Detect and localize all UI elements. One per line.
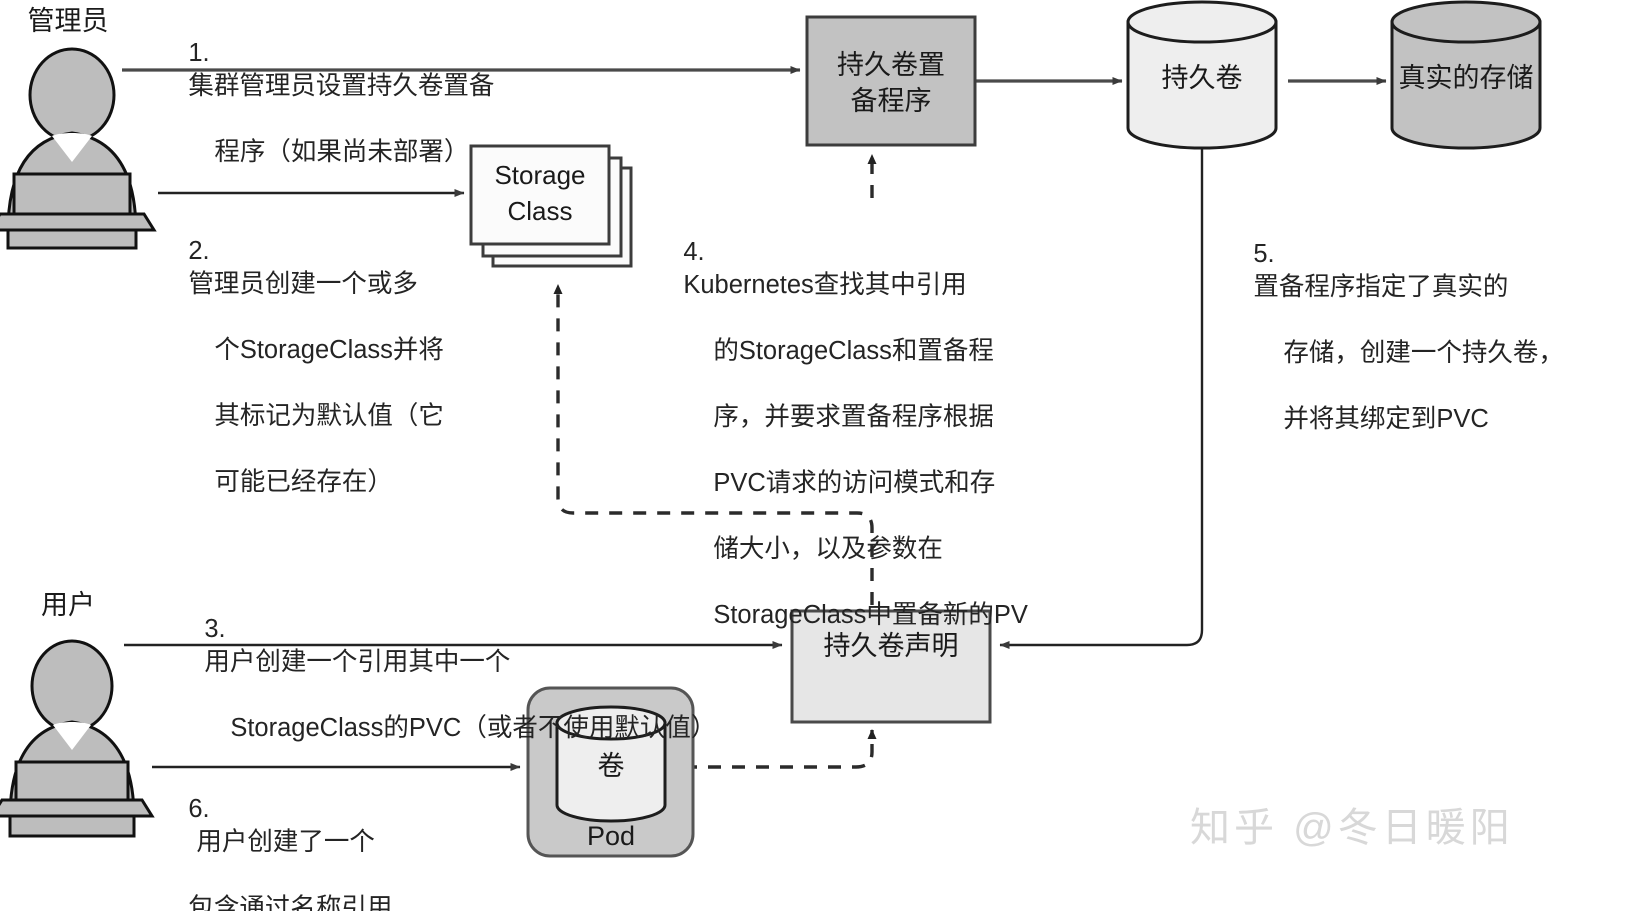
step-2-line-4: 可能已经存在） — [214, 468, 393, 496]
step-5-number: 5. — [1253, 240, 1275, 268]
watermark: 知乎 @冬日暖阳 — [1190, 806, 1514, 850]
node-persistent-volume-label: 持久卷 — [1162, 63, 1243, 93]
actor-admin-label: 管理员 — [28, 6, 109, 36]
step-5-line-2: 存储，创建一个持久卷， — [1283, 339, 1564, 367]
step-5-line-3: 并将其绑定到PVC — [1283, 405, 1489, 433]
node-real-storage[interactable]: 真实的存储 — [1390, 0, 1542, 150]
step-1-text: 1. 集群管理员设置持久卷置备 程序（如果尚未部署） — [160, 4, 494, 202]
step-3-line-1: 用户创建一个引用其中一个 — [204, 648, 511, 676]
node-persistent-volume[interactable]: 持久卷 — [1126, 0, 1278, 150]
step-3-text: 3. 用户创建一个引用其中一个 StorageClass的PVC（或者不使用默认… — [176, 580, 716, 778]
actor-user: 用户 — [0, 590, 155, 838]
step-6-line-2: 包含通过名称引用 — [188, 894, 393, 911]
step-4-line-2: 的StorageClass和置备程 — [713, 337, 994, 365]
step-2-line-2: 个StorageClass并将 — [214, 336, 444, 364]
actor-user-label: 用户 — [41, 590, 95, 620]
step-3-line-2: StorageClass的PVC（或者不使用默认值） — [230, 714, 717, 742]
user-laptop-base-icon — [0, 798, 155, 818]
node-provisioner[interactable]: 持久卷置 备程序 — [805, 15, 977, 147]
edge-pv-to-pvc — [999, 141, 1204, 649]
node-storage-class[interactable]: Storage Class — [469, 144, 633, 268]
step-5-line-1: 置备程序指定了真实的 — [1253, 273, 1509, 301]
admin-head-icon — [28, 47, 116, 143]
user-head-icon — [30, 639, 114, 733]
node-pod-label: Pod — [587, 821, 635, 851]
step-6-number: 6. — [188, 795, 210, 823]
step-6-line-1: 用户创建了一个 — [196, 828, 375, 856]
admin-laptop-icon — [12, 172, 132, 216]
user-laptop-icon — [14, 760, 130, 802]
step-4-text: 4. Kubernetes查找其中引用 的StorageClass和置备程 序，… — [655, 203, 1028, 665]
step-4-line-3: 序，并要求置备程序根据 — [713, 403, 994, 431]
step-3-number: 3. — [204, 615, 226, 643]
node-provisioner-label-line1: 持久卷置 — [837, 50, 945, 80]
step-4-line-1: Kubernetes查找其中引用 — [683, 271, 967, 299]
node-storage-class-label-line1: Storage — [494, 160, 585, 190]
step-1-line-1: 集群管理员设置持久卷置备 — [188, 72, 495, 100]
step-2-line-1: 管理员创建一个或多 — [188, 270, 418, 298]
node-real-storage-label: 真实的存储 — [1399, 63, 1534, 93]
step-6-text: 6. 用户创建了一个 包含通过名称引用 PVC的存储卷的pod — [160, 760, 411, 911]
step-5-text: 5. 置备程序指定了真实的 存储，创建一个持久卷， 并将其绑定到PVC — [1225, 205, 1564, 469]
step-1-number: 1. — [188, 39, 210, 67]
actor-admin: 管理员 — [0, 6, 157, 250]
step-2-text: 2. 管理员创建一个或多 个StorageClass并将 其标记为默认值（它 可… — [160, 202, 444, 532]
step-4-line-4: PVC请求的访问模式和存 — [713, 469, 996, 497]
step-2-line-3: 其标记为默认值（它 — [214, 402, 444, 430]
step-4-number: 4. — [683, 238, 705, 266]
admin-laptop-base-icon — [0, 212, 157, 232]
node-provisioner-label-line2: 备程序 — [851, 86, 932, 116]
step-4-line-5: 储大小，以及参数在 — [713, 535, 943, 563]
step-2-number: 2. — [188, 237, 210, 265]
step-1-line-2: 程序（如果尚未部署） — [214, 138, 470, 166]
node-storage-class-label-line2: Class — [507, 196, 572, 226]
step-4-line-6: StorageClass中置备新的PV — [713, 601, 1028, 629]
diagram-canvas: 管理员 用户 持久卷置 备程序 持久卷 真实的存储 Storage Class … — [0, 0, 1626, 911]
